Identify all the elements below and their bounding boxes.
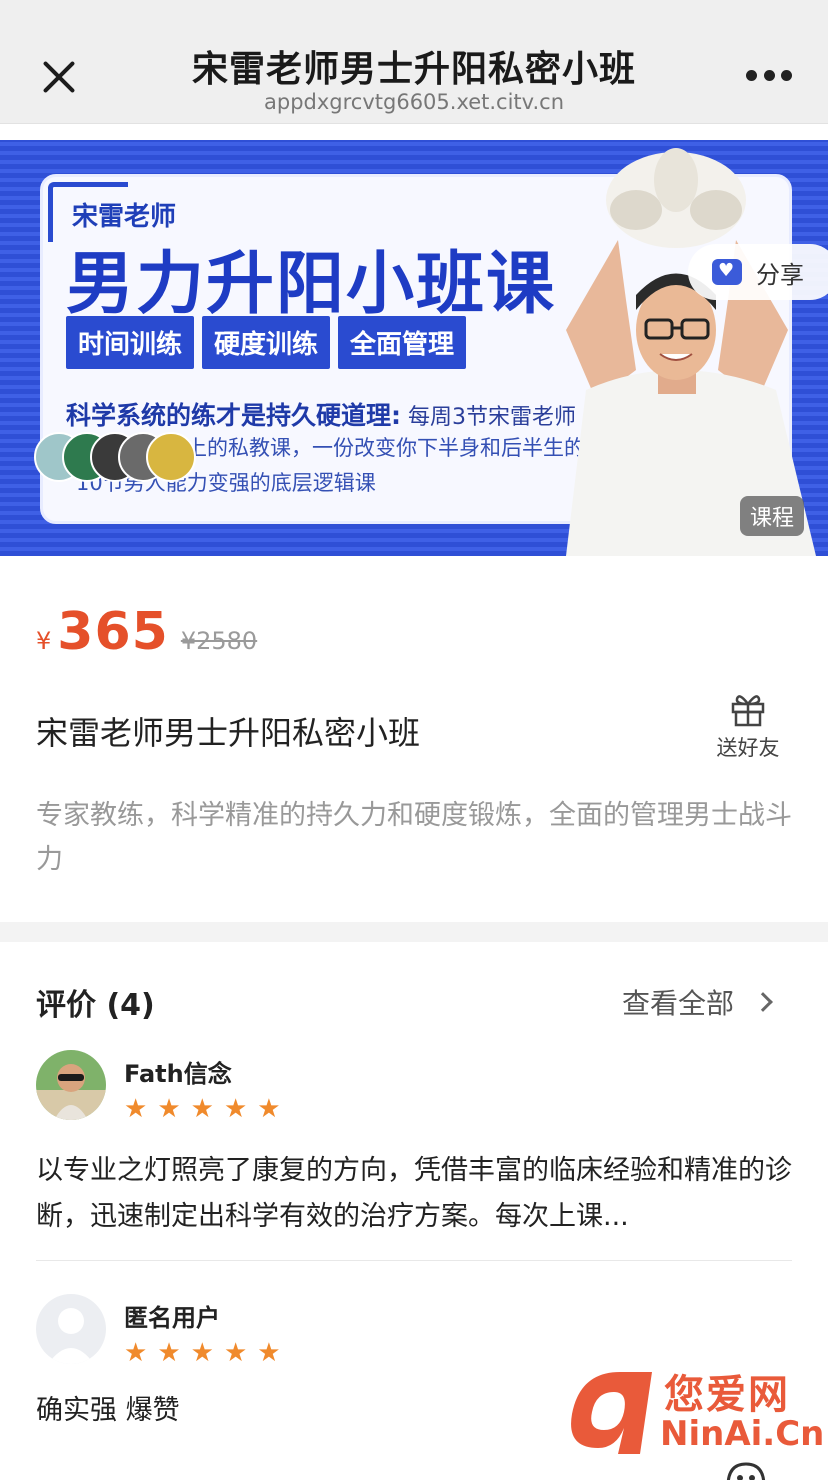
- share-label: 分享: [756, 260, 804, 289]
- course-title: 宋雷老师男士升阳私密小班: [36, 714, 421, 752]
- banner-tagline-bold: 科学系统的练才是持久硬道理:: [66, 401, 401, 430]
- review-text: 以专业之灯照亮了康复的方向，凭借丰富的临床经验和精准的诊断，迅速制定出科学有效的…: [36, 1155, 792, 1232]
- course-banner[interactable]: 宋雷老师 男力升阳小班课 时间训练 硬度训练 全面管理 科学系统的练才是持久硬道…: [0, 140, 828, 556]
- star-icon: ★: [257, 1094, 281, 1124]
- banner-tags: 时间训练 硬度训练 全面管理: [66, 316, 467, 369]
- top-bar: 宋雷老师男士升阳私密小班 appdxgrcvtg6605.xet.citv.cn: [0, 0, 828, 124]
- gift-label: 送好友: [716, 736, 780, 760]
- banner-tag: 硬度训练: [202, 316, 331, 369]
- avatar: [36, 1050, 106, 1120]
- star-icon: ★: [190, 1338, 214, 1368]
- currency-symbol: ¥: [36, 627, 52, 655]
- banner-avatar-stack: [34, 432, 196, 482]
- star-icon: ★: [124, 1338, 148, 1368]
- chat-icon[interactable]: [722, 1456, 770, 1480]
- banner-tag: 全面管理: [338, 316, 467, 369]
- current-price: 365: [57, 602, 169, 662]
- banner-tag: 时间训练: [66, 316, 195, 369]
- star-icon: ★: [257, 1338, 281, 1368]
- star-icon: ★: [190, 1094, 214, 1124]
- gift-to-friend-button[interactable]: 送好友: [712, 690, 784, 762]
- section-divider: [0, 922, 828, 942]
- reviews-title: 评价 (4): [36, 988, 155, 1023]
- star-icon: ★: [157, 1338, 181, 1368]
- star-icon: ★: [124, 1094, 148, 1124]
- share-heart-icon: [712, 259, 742, 285]
- view-all-reviews-link[interactable]: 查看全部: [622, 982, 773, 1022]
- reviewer-name: Fath信念: [124, 1060, 232, 1088]
- chevron-right-icon: [753, 992, 773, 1012]
- reviewer-name: 匿名用户: [124, 1304, 220, 1332]
- star-rating: ★ ★ ★ ★ ★: [124, 1096, 281, 1122]
- star-icon: ★: [157, 1094, 181, 1124]
- avatar: [146, 432, 196, 482]
- share-button[interactable]: 分享: [688, 244, 828, 300]
- view-all-label: 查看全部: [622, 987, 735, 1020]
- review-divider: [36, 1260, 792, 1261]
- more-menu-icon[interactable]: [746, 70, 792, 82]
- gift-icon: [731, 695, 765, 727]
- course-description: 专家教练，科学精准的持久力和硬度锻炼，全面的管理男士战斗力: [36, 800, 792, 875]
- teacher-photo: [566, 148, 816, 556]
- star-icon: ★: [223, 1094, 248, 1124]
- page-url: appdxgrcvtg6605.xet.citv.cn: [264, 90, 564, 114]
- original-price: ¥2580: [180, 627, 258, 655]
- review-text: 确实强 爆赞: [36, 1395, 180, 1426]
- banner-headline: 男力升阳小班课: [66, 244, 557, 324]
- star-rating: ★ ★ ★ ★ ★: [124, 1340, 281, 1366]
- star-icon: ★: [223, 1338, 248, 1368]
- page-title: 宋雷老师男士升阳私密小班: [191, 49, 636, 90]
- avatar: [36, 1294, 106, 1364]
- course-badge: 课程: [740, 496, 805, 536]
- price-row: ¥ 365 ¥2580: [36, 602, 257, 662]
- banner-tagline: 科学系统的练才是持久硬道理: 每周3节宋雷老师: [66, 396, 576, 432]
